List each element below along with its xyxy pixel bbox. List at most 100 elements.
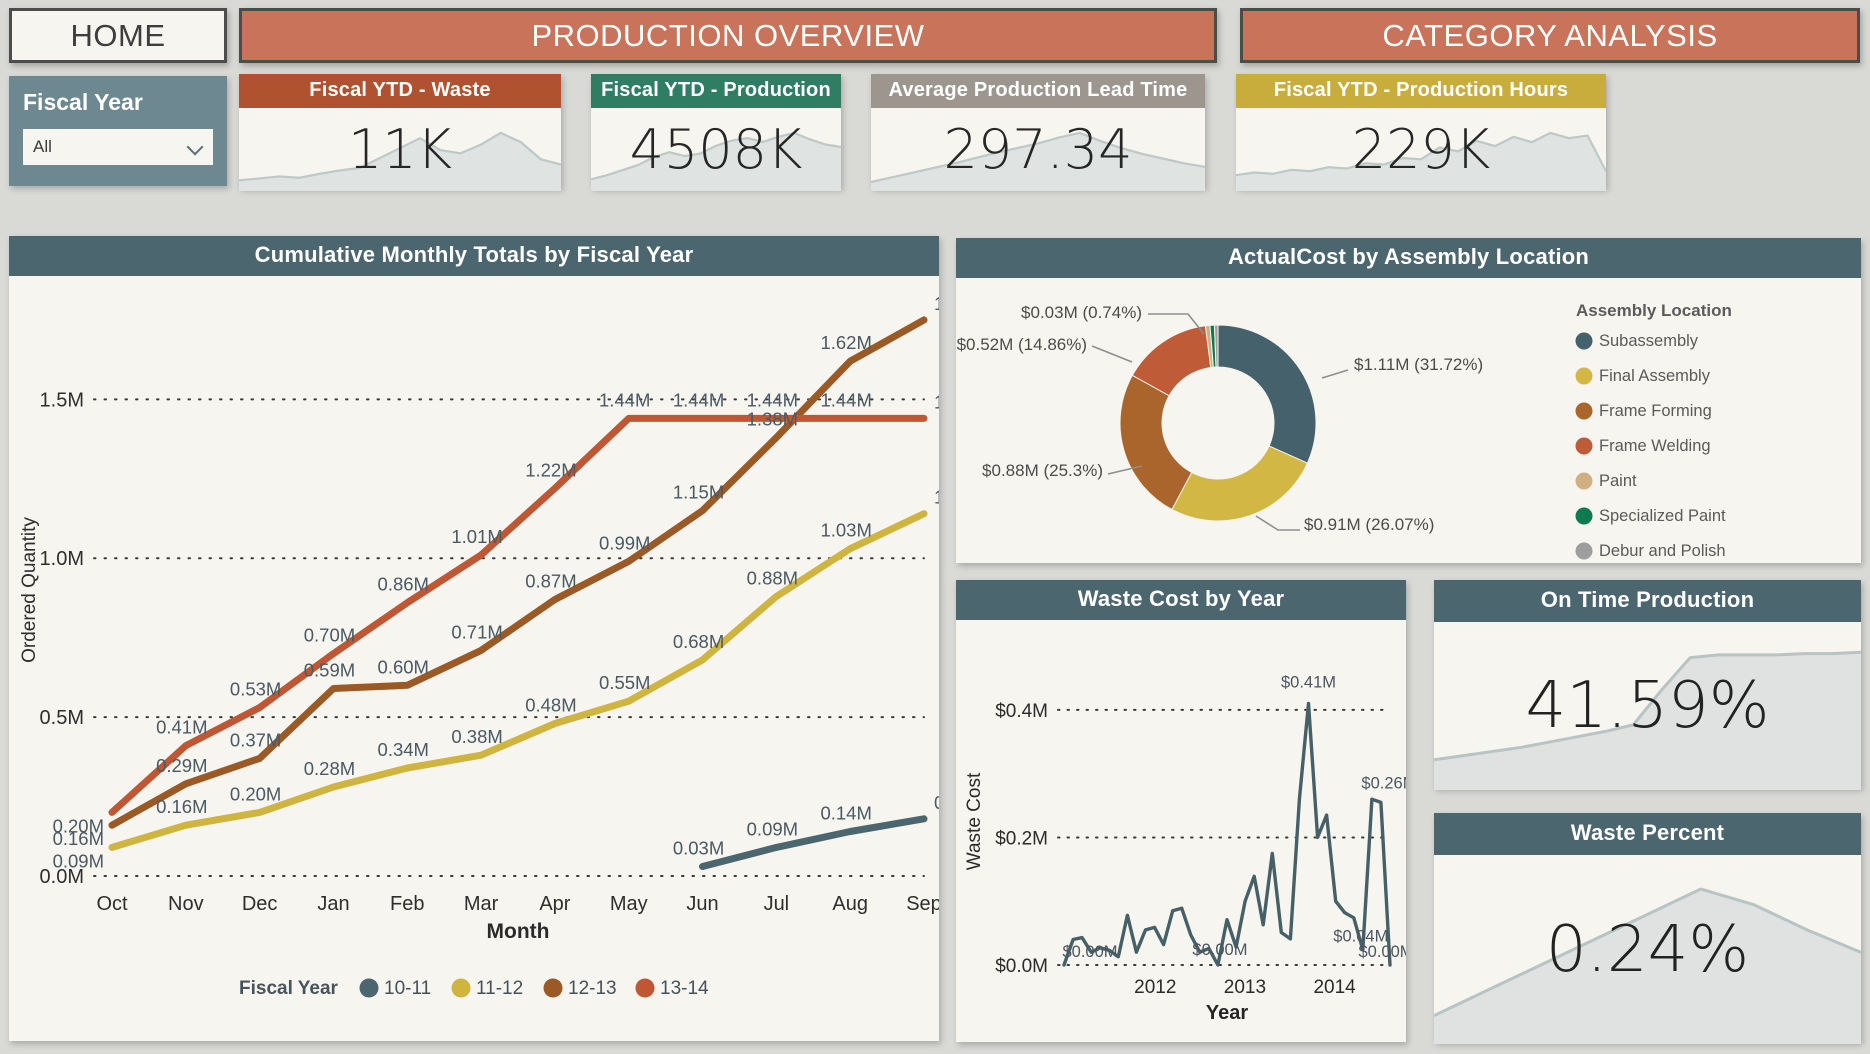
svg-text:Frame Welding: Frame Welding — [1599, 437, 1711, 455]
svg-text:$0.03M (0.74%): $0.03M (0.74%) — [1021, 303, 1142, 322]
kpi-body: 11K — [239, 108, 561, 191]
kpi-value: 229K — [1236, 108, 1606, 191]
svg-text:Assembly Location: Assembly Location — [1576, 301, 1732, 320]
svg-text:$0.2M: $0.2M — [995, 828, 1048, 849]
svg-text:Apr: Apr — [539, 893, 570, 915]
svg-text:$0.41M: $0.41M — [1281, 674, 1336, 692]
kpi-card-average-production-lead-time[interactable]: Average Production Lead Time 297.34 — [871, 74, 1205, 188]
card-title: Waste Percent — [1434, 813, 1861, 855]
svg-text:0.48M: 0.48M — [525, 694, 576, 715]
svg-text:$0.0M: $0.0M — [995, 956, 1048, 977]
svg-text:0.09M: 0.09M — [53, 850, 104, 871]
waste-cost-by-year-chart[interactable]: Waste Cost by Year $0.0M$0.2M$0.4MWaste … — [956, 580, 1406, 1042]
svg-text:1.22M: 1.22M — [525, 459, 576, 480]
chevron-down-icon[interactable] — [188, 140, 203, 155]
svg-text:Year: Year — [1206, 1002, 1248, 1024]
svg-text:May: May — [610, 893, 648, 915]
svg-text:$0.26M: $0.26M — [1361, 774, 1406, 792]
kpi-value: 4508K — [591, 108, 841, 191]
svg-text:Ordered Quantity: Ordered Quantity — [19, 517, 40, 663]
slicer-dropdown[interactable]: All — [23, 129, 213, 165]
svg-text:Sep: Sep — [906, 893, 939, 915]
svg-text:Fiscal Year: Fiscal Year — [239, 978, 339, 999]
svg-text:1.01M: 1.01M — [451, 526, 502, 547]
svg-text:$0.00M: $0.00M — [1358, 943, 1406, 961]
svg-text:$0.00M: $0.00M — [1192, 941, 1247, 959]
kpi-title: Average Production Lead Time — [871, 74, 1205, 108]
kpi-title: Fiscal YTD - Production — [591, 74, 841, 108]
svg-text:0.09M: 0.09M — [747, 818, 798, 839]
svg-text:Mar: Mar — [464, 893, 499, 915]
svg-text:Subassembly: Subassembly — [1599, 332, 1699, 350]
svg-text:1.38M: 1.38M — [747, 408, 798, 429]
svg-text:Jun: Jun — [686, 893, 718, 915]
svg-text:0.71M: 0.71M — [451, 621, 502, 642]
svg-text:$0.91M (26.07%): $0.91M (26.07%) — [1304, 515, 1434, 534]
svg-text:1.15M: 1.15M — [673, 482, 724, 503]
svg-text:Specialized Paint: Specialized Paint — [1599, 507, 1726, 525]
svg-text:0.55M: 0.55M — [599, 672, 650, 693]
svg-text:Month: Month — [487, 920, 550, 943]
svg-text:0.68M: 0.68M — [673, 631, 724, 652]
chart-plot-area: 0.0M0.5M1.0M1.5MOrdered QuantityOctNovDe… — [9, 276, 939, 1043]
svg-text:2014: 2014 — [1313, 977, 1356, 998]
svg-text:1.03M: 1.03M — [820, 520, 871, 541]
cumulative-monthly-totals-chart[interactable]: Cumulative Monthly Totals by Fiscal Year… — [9, 236, 939, 1041]
svg-text:0.03M: 0.03M — [673, 837, 724, 858]
slicer-title: Fiscal Year — [23, 89, 213, 116]
svg-text:1.44M: 1.44M — [820, 389, 871, 410]
line-chart-svg: 0.0M0.5M1.0M1.5MOrdered QuantityOctNovDe… — [9, 276, 939, 1043]
nav-home-button[interactable]: HOME — [9, 8, 227, 63]
svg-text:1.0M: 1.0M — [40, 548, 84, 570]
nav-category-analysis-button[interactable]: CATEGORY ANALYSIS — [1240, 8, 1860, 63]
svg-text:$0.4M: $0.4M — [995, 701, 1048, 722]
kpi-card-fiscal-ytd-waste[interactable]: Fiscal YTD - Waste 11K — [239, 74, 561, 188]
svg-text:Nov: Nov — [168, 893, 204, 915]
svg-text:$0.88M (25.3%): $0.88M (25.3%) — [982, 461, 1103, 480]
kpi-value: 297.34 — [871, 108, 1205, 191]
fiscal-year-slicer[interactable]: Fiscal Year All — [9, 76, 227, 186]
svg-text:0.53M: 0.53M — [230, 679, 281, 700]
svg-text:0.5M: 0.5M — [40, 707, 84, 729]
svg-text:0.41M: 0.41M — [156, 717, 207, 738]
kpi-value: 11K — [239, 108, 561, 191]
slicer-value: All — [33, 137, 52, 157]
chart-plot-area: $0.0M$0.2M$0.4MWaste Cost201220132014Yea… — [956, 620, 1406, 1044]
svg-text:Feb: Feb — [390, 893, 424, 915]
svg-text:0.34M: 0.34M — [378, 739, 429, 760]
chart-title: Cumulative Monthly Totals by Fiscal Year — [9, 236, 939, 276]
nav-home-label: HOME — [71, 18, 166, 54]
actualcost-by-assembly-location-chart[interactable]: ActualCost by Assembly Location $1.11M (… — [956, 238, 1861, 563]
svg-text:Final Assembly: Final Assembly — [1599, 367, 1711, 385]
waste-percent-card[interactable]: Waste Percent 0.24% — [1434, 813, 1861, 1042]
kpi-body: 229K — [1236, 108, 1606, 191]
svg-text:1.44M: 1.44M — [673, 389, 724, 410]
kpi-body: 297.34 — [871, 108, 1205, 191]
kpi-card-fiscal-ytd-production-hours[interactable]: Fiscal YTD - Production Hours 229K — [1236, 74, 1606, 188]
svg-text:Jan: Jan — [317, 893, 349, 915]
svg-text:0.99M: 0.99M — [599, 532, 650, 553]
svg-text:0.16M: 0.16M — [156, 796, 207, 817]
svg-text:Dec: Dec — [242, 893, 278, 915]
waste-chart-svg: $0.0M$0.2M$0.4MWaste Cost201220132014Yea… — [956, 620, 1406, 1044]
svg-text:1.5M: 1.5M — [40, 389, 84, 411]
nav-category-analysis-label: CATEGORY ANALYSIS — [1382, 18, 1717, 54]
svg-text:0.20M: 0.20M — [53, 815, 104, 836]
svg-text:0.87M: 0.87M — [525, 571, 576, 592]
nav-production-overview-title[interactable]: PRODUCTION OVERVIEW — [239, 8, 1217, 63]
svg-text:1.62M: 1.62M — [820, 332, 871, 353]
svg-text:Frame Forming: Frame Forming — [1599, 402, 1712, 420]
svg-text:$0.52M (14.86%): $0.52M (14.86%) — [957, 335, 1087, 354]
on-time-production-card[interactable]: On Time Production 41.59% — [1434, 580, 1861, 788]
svg-text:0.28M: 0.28M — [304, 758, 355, 779]
svg-text:0.86M: 0.86M — [378, 574, 429, 595]
dashboard-page: HOME PRODUCTION OVERVIEW CATEGORY ANALYS… — [0, 0, 1870, 1054]
svg-text:Jul: Jul — [764, 893, 790, 915]
svg-text:1.44M: 1.44M — [747, 389, 798, 410]
svg-text:0.60M: 0.60M — [378, 656, 429, 677]
svg-text:0.37M: 0.37M — [230, 729, 281, 750]
card-value: 0.24% — [1434, 855, 1861, 1044]
svg-text:0.20M: 0.20M — [230, 783, 281, 804]
chart-title: Waste Cost by Year — [956, 580, 1406, 620]
kpi-card-fiscal-ytd-production[interactable]: Fiscal YTD - Production 4508K — [591, 74, 841, 188]
